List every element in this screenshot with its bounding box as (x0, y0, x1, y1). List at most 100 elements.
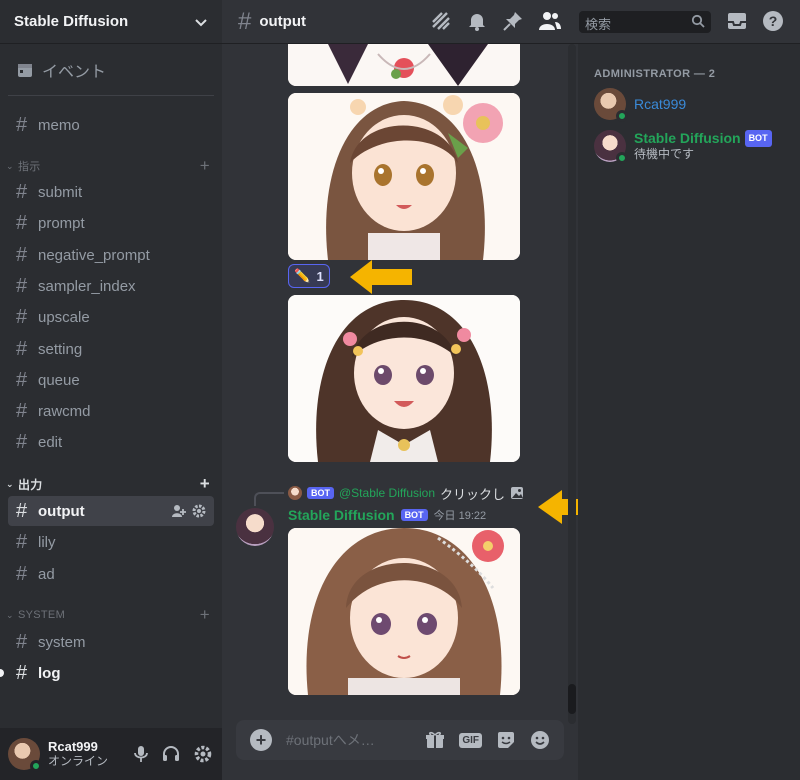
gif-icon[interactable]: GIF (459, 732, 482, 748)
channel-label: edit (38, 433, 63, 451)
bot-tag: BOT (744, 130, 772, 147)
reply-reference[interactable]: BOT @Stable Diffusion クリックし (288, 484, 524, 502)
message-timestamp: 今日 19:22 (433, 510, 487, 522)
hash-icon: # (16, 562, 28, 585)
microphone-icon[interactable] (134, 745, 148, 763)
channel-upscale[interactable]: # upscale (8, 302, 214, 332)
channel-rawcmd[interactable]: # rawcmd (8, 396, 214, 426)
reaction-button[interactable]: ✏️ 1 (288, 264, 330, 288)
channel-label: sampler_index (38, 277, 136, 295)
channel-system[interactable]: # system (8, 627, 214, 657)
threads-icon[interactable] (430, 10, 452, 32)
online-status-icon (616, 152, 628, 164)
user-info[interactable]: Rcat999 オンライン (48, 739, 108, 769)
caret-icon: ⌄ (6, 160, 14, 171)
pin-icon[interactable] (502, 10, 524, 32)
message-author[interactable]: Stable Diffusion (288, 507, 395, 523)
avatar[interactable] (236, 508, 274, 546)
image-attachment[interactable] (288, 44, 520, 86)
hash-icon: # (16, 368, 28, 391)
channel-lily[interactable]: # lily (8, 527, 214, 557)
channel-output[interactable]: # output (8, 496, 214, 526)
channel-submit[interactable]: # submit (8, 177, 214, 207)
hash-icon: # (16, 337, 28, 360)
member-group-label: ADMINISTRATOR — 2 (594, 68, 716, 80)
category-label: 指示 (18, 161, 41, 173)
reply-text: クリックし (440, 486, 506, 502)
arrow-left-icon (350, 260, 412, 294)
bell-icon[interactable] (466, 10, 488, 32)
sticker-icon[interactable] (496, 730, 516, 750)
upload-button[interactable]: + (250, 729, 272, 751)
hash-icon: # (16, 180, 28, 203)
channel-label: rawcmd (38, 402, 91, 420)
hash-icon: # (16, 430, 28, 453)
search-input[interactable]: 検索 (579, 11, 711, 33)
category-output[interactable]: ⌄ 出力 + (6, 474, 210, 494)
headphones-icon[interactable] (162, 745, 180, 763)
scrollbar[interactable] (568, 44, 576, 724)
member-item[interactable]: Stable Diffusion BOT 待機中です (594, 130, 772, 164)
channel-ad[interactable]: # ad (8, 559, 214, 589)
avatar[interactable] (8, 738, 42, 772)
anime-girl-image (288, 44, 520, 86)
category-system[interactable]: ⌄ SYSTEM + (6, 605, 210, 625)
add-channel-icon[interactable]: + (200, 605, 210, 625)
channel-label: prompt (38, 214, 85, 232)
reply-mention: @Stable Diffusion (339, 486, 436, 500)
chevron-down-icon (195, 18, 207, 26)
member-item[interactable]: Rcat999 (594, 88, 687, 122)
gear-icon[interactable] (192, 504, 206, 518)
channel-sidebar: Stable Diffusion イベント # memo ⌄ 指示 + # sub… (0, 0, 222, 780)
calendar-icon (18, 63, 32, 77)
settings-gear-icon[interactable] (194, 745, 212, 763)
image-icon (511, 487, 524, 499)
svg-text:?: ? (769, 13, 778, 29)
member-list-icon[interactable] (538, 10, 562, 32)
image-attachment[interactable] (288, 93, 520, 260)
user-name: Rcat999 (48, 739, 98, 754)
reaction-count: 1 (316, 268, 324, 284)
add-channel-icon[interactable]: + (200, 474, 210, 494)
member-activity: 待機中です (634, 147, 695, 161)
channel-prompt[interactable]: # prompt (8, 208, 214, 238)
search-icon (691, 14, 705, 28)
hash-icon: # (16, 113, 28, 136)
scroll-thumb[interactable] (568, 684, 576, 714)
anime-girl-image (288, 528, 520, 695)
member-name: Stable Diffusion (634, 130, 741, 146)
bot-tag: BOT (307, 487, 334, 499)
channel-edit[interactable]: # edit (8, 427, 214, 457)
channel-label: ad (38, 565, 55, 583)
channel-memo[interactable]: # memo (8, 110, 214, 140)
channel-label: upscale (38, 308, 90, 326)
image-attachment[interactable] (288, 295, 520, 462)
channel-negative-prompt[interactable]: # negative_prompt (8, 240, 214, 270)
hash-icon: # (16, 305, 28, 328)
emoji-icon[interactable] (530, 730, 550, 750)
hash-icon: # (238, 7, 252, 35)
anime-girl-image (288, 295, 520, 462)
bot-tag: BOT (400, 509, 428, 521)
channel-setting[interactable]: # setting (8, 334, 214, 364)
channel-queue[interactable]: # queue (8, 365, 214, 395)
hash-icon: # (16, 274, 28, 297)
events-item[interactable]: イベント (8, 44, 214, 96)
member-name: Rcat999 (634, 95, 687, 112)
invite-icon[interactable] (172, 504, 186, 518)
reply-avatar (288, 486, 302, 500)
category-instructions[interactable]: ⌄ 指示 + (6, 156, 210, 176)
channel-label: lily (38, 533, 56, 551)
server-header[interactable]: Stable Diffusion (0, 0, 222, 44)
unread-indicator (0, 669, 4, 677)
channel-log[interactable]: # log (8, 658, 214, 688)
message-input[interactable] (286, 732, 386, 748)
image-attachment[interactable] (288, 528, 520, 695)
inbox-icon[interactable] (726, 10, 748, 32)
gift-icon[interactable] (425, 730, 445, 750)
help-icon[interactable]: ? (762, 10, 784, 32)
add-channel-icon[interactable]: + (200, 156, 210, 176)
channel-label: queue (38, 371, 80, 389)
channel-label: output (38, 502, 85, 520)
channel-sampler-index[interactable]: # sampler_index (8, 271, 214, 301)
